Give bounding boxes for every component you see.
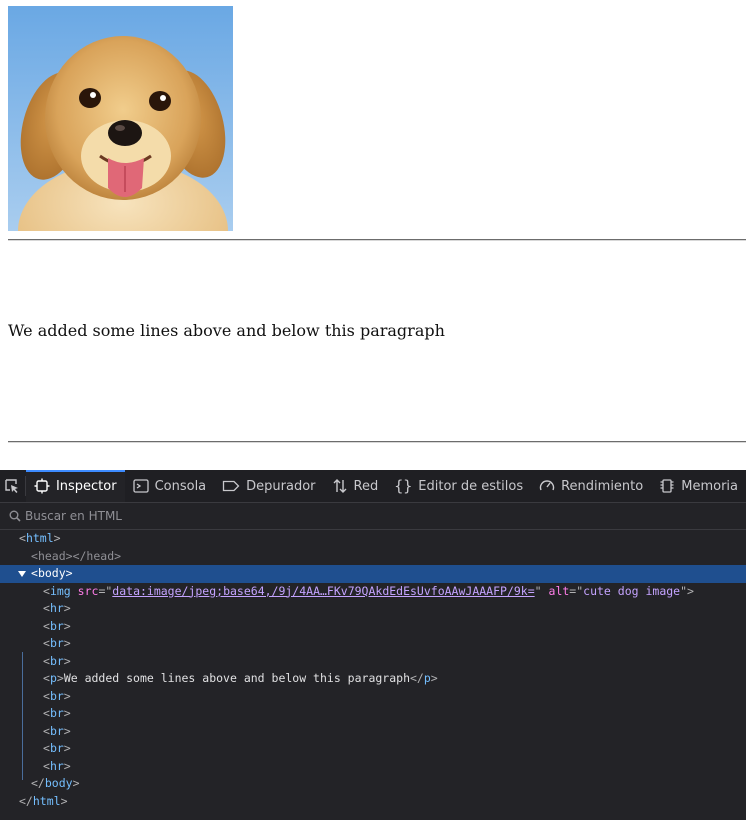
tab-console[interactable]: Consola bbox=[125, 470, 215, 502]
tree-node-br[interactable]: <br> bbox=[0, 635, 746, 653]
tree-node-body-selected[interactable]: <body> bbox=[0, 565, 746, 583]
horizontal-rule-bottom bbox=[8, 441, 746, 443]
tree-node-img[interactable]: <img src="data:image/jpeg;base64,/9j/4AA… bbox=[0, 583, 746, 601]
tab-style-editor[interactable]: {} Editor de estilos bbox=[386, 470, 531, 502]
debugger-icon bbox=[223, 480, 240, 492]
tab-label: Inspector bbox=[55, 478, 117, 494]
markup-tree: <html> <head></head> <body> <img src="da… bbox=[0, 530, 746, 820]
tree-node-br[interactable]: <br> bbox=[0, 723, 746, 741]
tree-node-br[interactable]: <br> bbox=[0, 688, 746, 706]
tree-node-head[interactable]: <head></head> bbox=[0, 548, 746, 566]
tab-label: Editor de estilos bbox=[418, 478, 524, 494]
paragraph: We added some lines above and below this… bbox=[8, 321, 445, 340]
tab-debugger[interactable]: Depurador bbox=[214, 470, 323, 502]
tab-network[interactable]: Red bbox=[324, 470, 387, 502]
inspector-icon bbox=[34, 478, 50, 494]
tab-performance[interactable]: Rendimiento bbox=[531, 470, 651, 502]
network-icon bbox=[333, 479, 347, 493]
html-search-bar bbox=[0, 503, 746, 530]
memory-icon bbox=[660, 479, 674, 493]
tab-label: Red bbox=[353, 478, 379, 494]
style-editor-icon: {} bbox=[394, 477, 413, 495]
dog-illustration bbox=[8, 6, 233, 231]
devtools-panel: Inspector Consola Depurador Red {} Edito… bbox=[0, 470, 746, 820]
element-picker-button[interactable] bbox=[0, 476, 26, 496]
tree-node-hr[interactable]: <hr> bbox=[0, 758, 746, 776]
devtools-toolbar: Inspector Consola Depurador Red {} Edito… bbox=[0, 470, 746, 503]
tree-node-hr[interactable]: <hr> bbox=[0, 600, 746, 618]
tab-label: Memoria bbox=[681, 478, 738, 494]
tree-node-html[interactable]: <html> bbox=[0, 530, 746, 548]
tab-label: Consola bbox=[154, 478, 207, 494]
page-viewport: We added some lines above and below this… bbox=[0, 0, 746, 470]
element-picker-icon bbox=[5, 479, 19, 493]
tab-memory[interactable]: Memoria bbox=[651, 470, 746, 502]
tree-node-body-close[interactable]: </body> bbox=[0, 775, 746, 793]
dog-image bbox=[8, 6, 233, 231]
console-icon bbox=[132, 479, 149, 493]
tree-node-br[interactable]: <br> bbox=[0, 740, 746, 758]
search-icon bbox=[9, 510, 21, 522]
performance-icon bbox=[539, 480, 555, 491]
search-input[interactable] bbox=[25, 509, 625, 523]
tree-node-html-close[interactable]: </html> bbox=[0, 793, 746, 811]
tree-node-p[interactable]: <p>We added some lines above and below t… bbox=[0, 670, 746, 688]
horizontal-rule-top bbox=[8, 239, 746, 241]
tree-node-br[interactable]: <br> bbox=[0, 705, 746, 723]
tab-inspector[interactable]: Inspector bbox=[25, 470, 125, 502]
tab-label: Depurador bbox=[246, 478, 316, 494]
image-src-link[interactable]: data:image/jpeg;base64,/9j/4AA…FKv79QAkd… bbox=[112, 584, 534, 598]
tab-label: Rendimiento bbox=[561, 478, 644, 494]
tree-node-br[interactable]: <br> bbox=[0, 653, 746, 671]
expand-triangle-icon[interactable] bbox=[17, 569, 27, 579]
tree-node-br[interactable]: <br> bbox=[0, 618, 746, 636]
